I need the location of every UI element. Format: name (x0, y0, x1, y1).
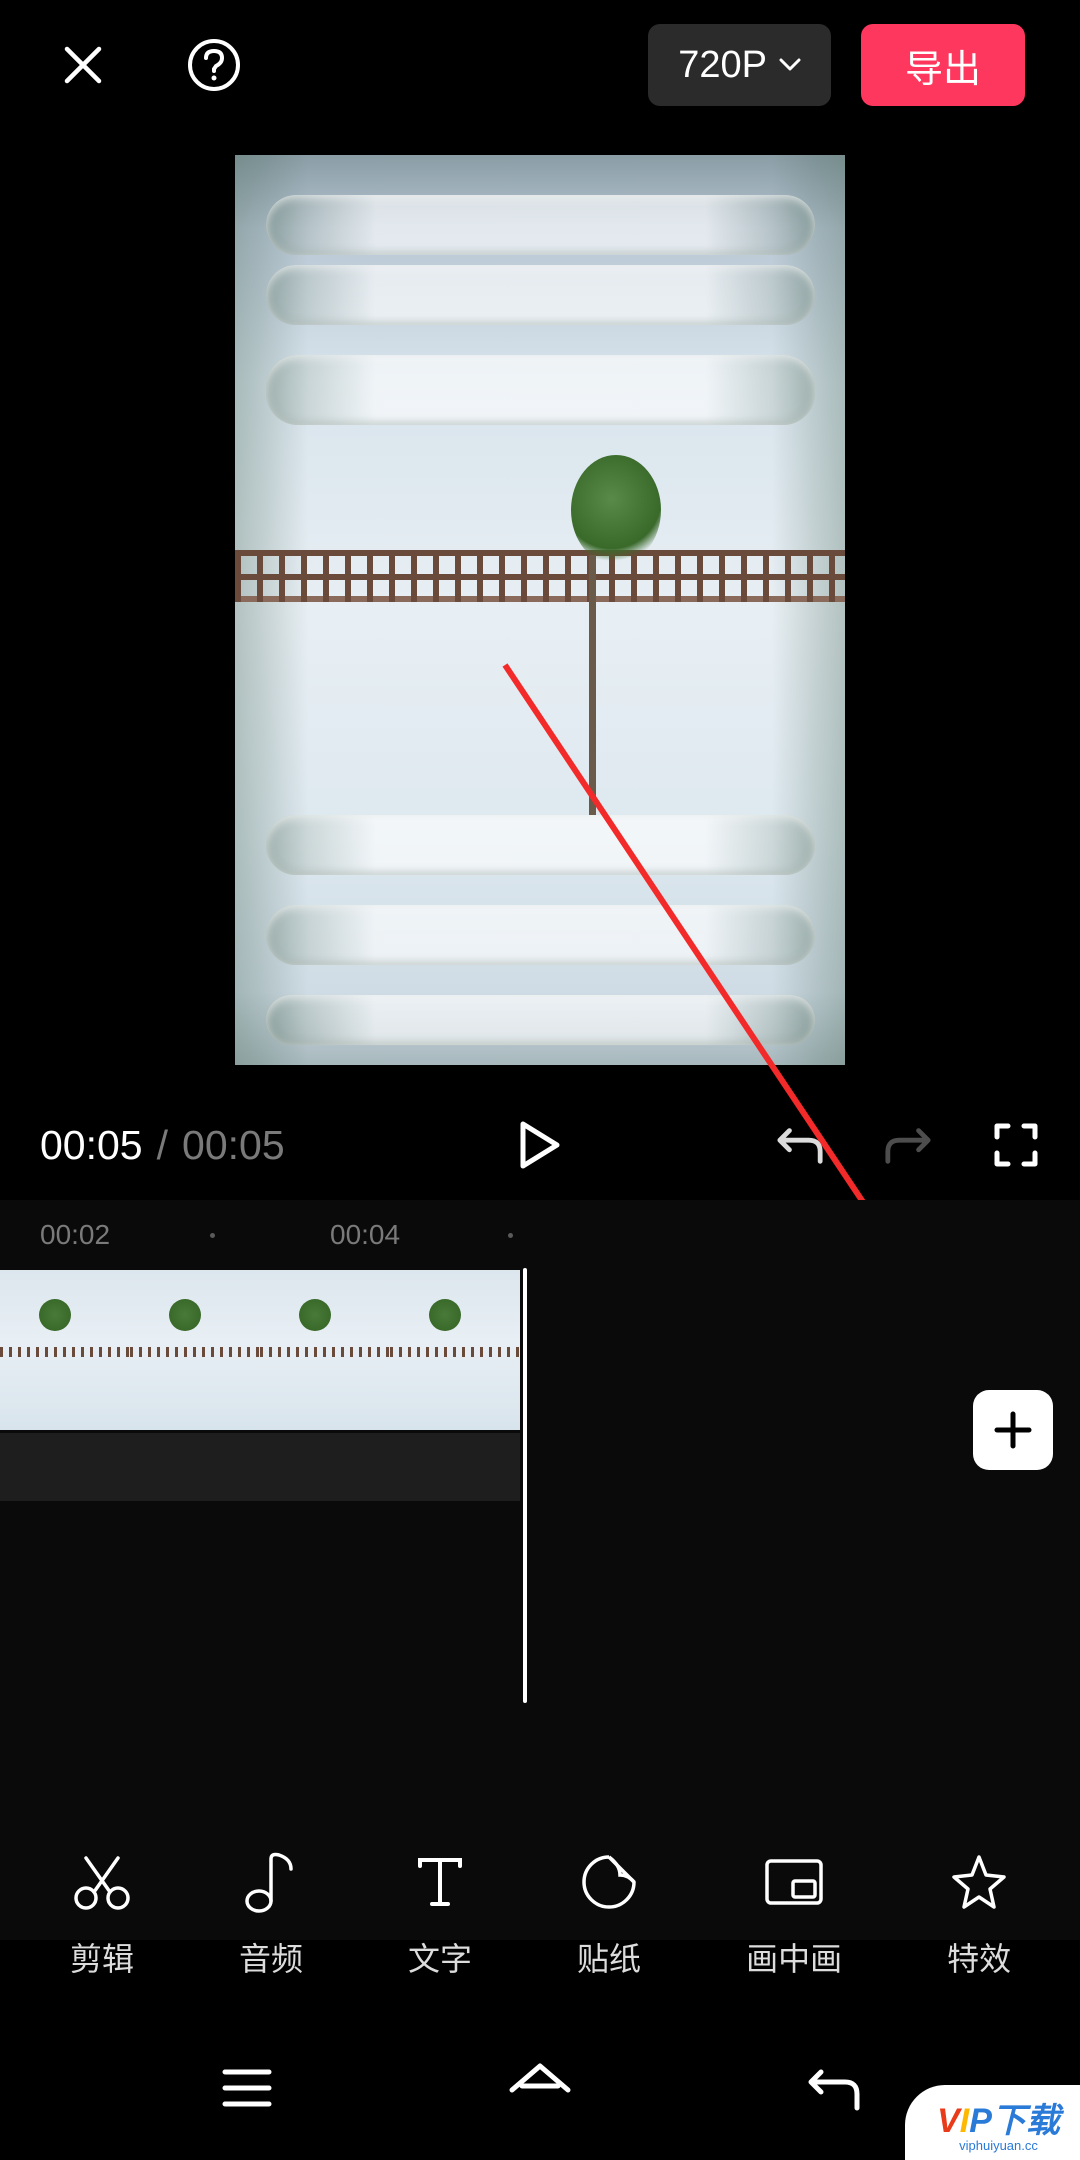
menu-icon (219, 2066, 275, 2110)
playback-controls-right (776, 1121, 1040, 1169)
clip-thumbnail (390, 1270, 520, 1430)
music-icon (239, 1850, 303, 1914)
ruler-label: 00:02 (40, 1219, 110, 1251)
tool-bar: 剪辑 音频 文字 贴纸 (0, 1815, 1080, 2015)
watermark-text: VIP下载 (937, 2093, 1060, 2142)
tool-label: 剪辑 (70, 1934, 134, 1980)
fullscreen-button[interactable] (992, 1121, 1040, 1169)
header-right: 720P 导出 (648, 24, 1025, 106)
video-preview-frame (235, 155, 845, 1065)
video-preview-area[interactable] (0, 130, 1080, 1090)
tool-label: 画中画 (746, 1934, 842, 1980)
close-icon (59, 41, 107, 89)
tool-pip[interactable]: 画中画 (746, 1850, 842, 1980)
playhead[interactable] (523, 1268, 527, 1703)
tool-label: 特效 (947, 1934, 1011, 1980)
preview-decor (266, 815, 815, 875)
tool-effects[interactable]: 特效 (947, 1850, 1011, 1980)
preview-decor (571, 455, 661, 565)
resolution-dropdown[interactable]: 720P (648, 24, 831, 106)
tool-label: 文字 (408, 1934, 472, 1980)
nav-back-button[interactable] (793, 2048, 873, 2128)
text-icon (408, 1850, 472, 1914)
undo-icon (776, 1122, 824, 1168)
help-icon (186, 37, 242, 93)
nav-home-button[interactable] (500, 2048, 580, 2128)
play-button[interactable] (510, 1115, 570, 1175)
watermark-subtext: viphuiyuan.cc (959, 2138, 1038, 2153)
preview-decor (266, 995, 815, 1045)
playback-bar: 00:05 / 00:05 (0, 1090, 1080, 1200)
header-bar: 720P 导出 (0, 0, 1080, 130)
scissors-icon (70, 1850, 134, 1914)
close-button[interactable] (55, 37, 111, 93)
undo-button[interactable] (776, 1121, 824, 1169)
ruler-tick (508, 1233, 513, 1238)
timeline-ruler: 00:02 00:04 (0, 1200, 1080, 1270)
preview-decor (266, 195, 815, 255)
timeline-tracks[interactable] (0, 1270, 1080, 1640)
header-left (55, 37, 242, 93)
redo-icon (884, 1122, 932, 1168)
audio-track[interactable] (0, 1433, 520, 1501)
fullscreen-icon (992, 1121, 1040, 1169)
export-label: 导出 (905, 38, 981, 93)
time-separator: / (157, 1122, 168, 1169)
ruler-tick (210, 1233, 215, 1238)
help-button[interactable] (186, 37, 242, 93)
preview-decor (266, 355, 815, 425)
tool-label: 音频 (239, 1934, 303, 1980)
tool-sticker[interactable]: 贴纸 (577, 1850, 641, 1980)
home-icon (506, 2060, 574, 2116)
time-total: 00:05 (182, 1122, 285, 1169)
plus-icon (991, 1408, 1035, 1452)
redo-button[interactable] (884, 1121, 932, 1169)
chevron-down-icon (779, 58, 801, 72)
tool-cut[interactable]: 剪辑 (70, 1850, 134, 1980)
clip-thumbnail (0, 1270, 130, 1430)
nav-menu-button[interactable] (207, 2048, 287, 2128)
clip-thumbnail (130, 1270, 260, 1430)
sticker-icon (577, 1850, 641, 1914)
star-icon (947, 1850, 1011, 1914)
time-current: 00:05 (40, 1122, 143, 1169)
preview-decor (266, 905, 815, 965)
pip-icon (762, 1850, 826, 1914)
preview-decor (589, 555, 596, 815)
preview-decor (266, 265, 815, 325)
add-clip-button[interactable] (973, 1390, 1053, 1470)
back-icon (805, 2062, 861, 2114)
clip-thumbnail (260, 1270, 390, 1430)
video-clip[interactable] (0, 1270, 520, 1430)
watermark-badge: VIP下载 viphuiyuan.cc (905, 2085, 1080, 2160)
export-button[interactable]: 导出 (861, 24, 1025, 106)
play-icon (519, 1120, 561, 1170)
ruler-label: 00:04 (330, 1219, 400, 1251)
tool-text[interactable]: 文字 (408, 1850, 472, 1980)
tool-label: 贴纸 (577, 1934, 641, 1980)
preview-decor (235, 550, 845, 602)
tool-audio[interactable]: 音频 (239, 1850, 303, 1980)
time-display: 00:05 / 00:05 (40, 1122, 285, 1169)
resolution-label: 720P (678, 44, 767, 87)
